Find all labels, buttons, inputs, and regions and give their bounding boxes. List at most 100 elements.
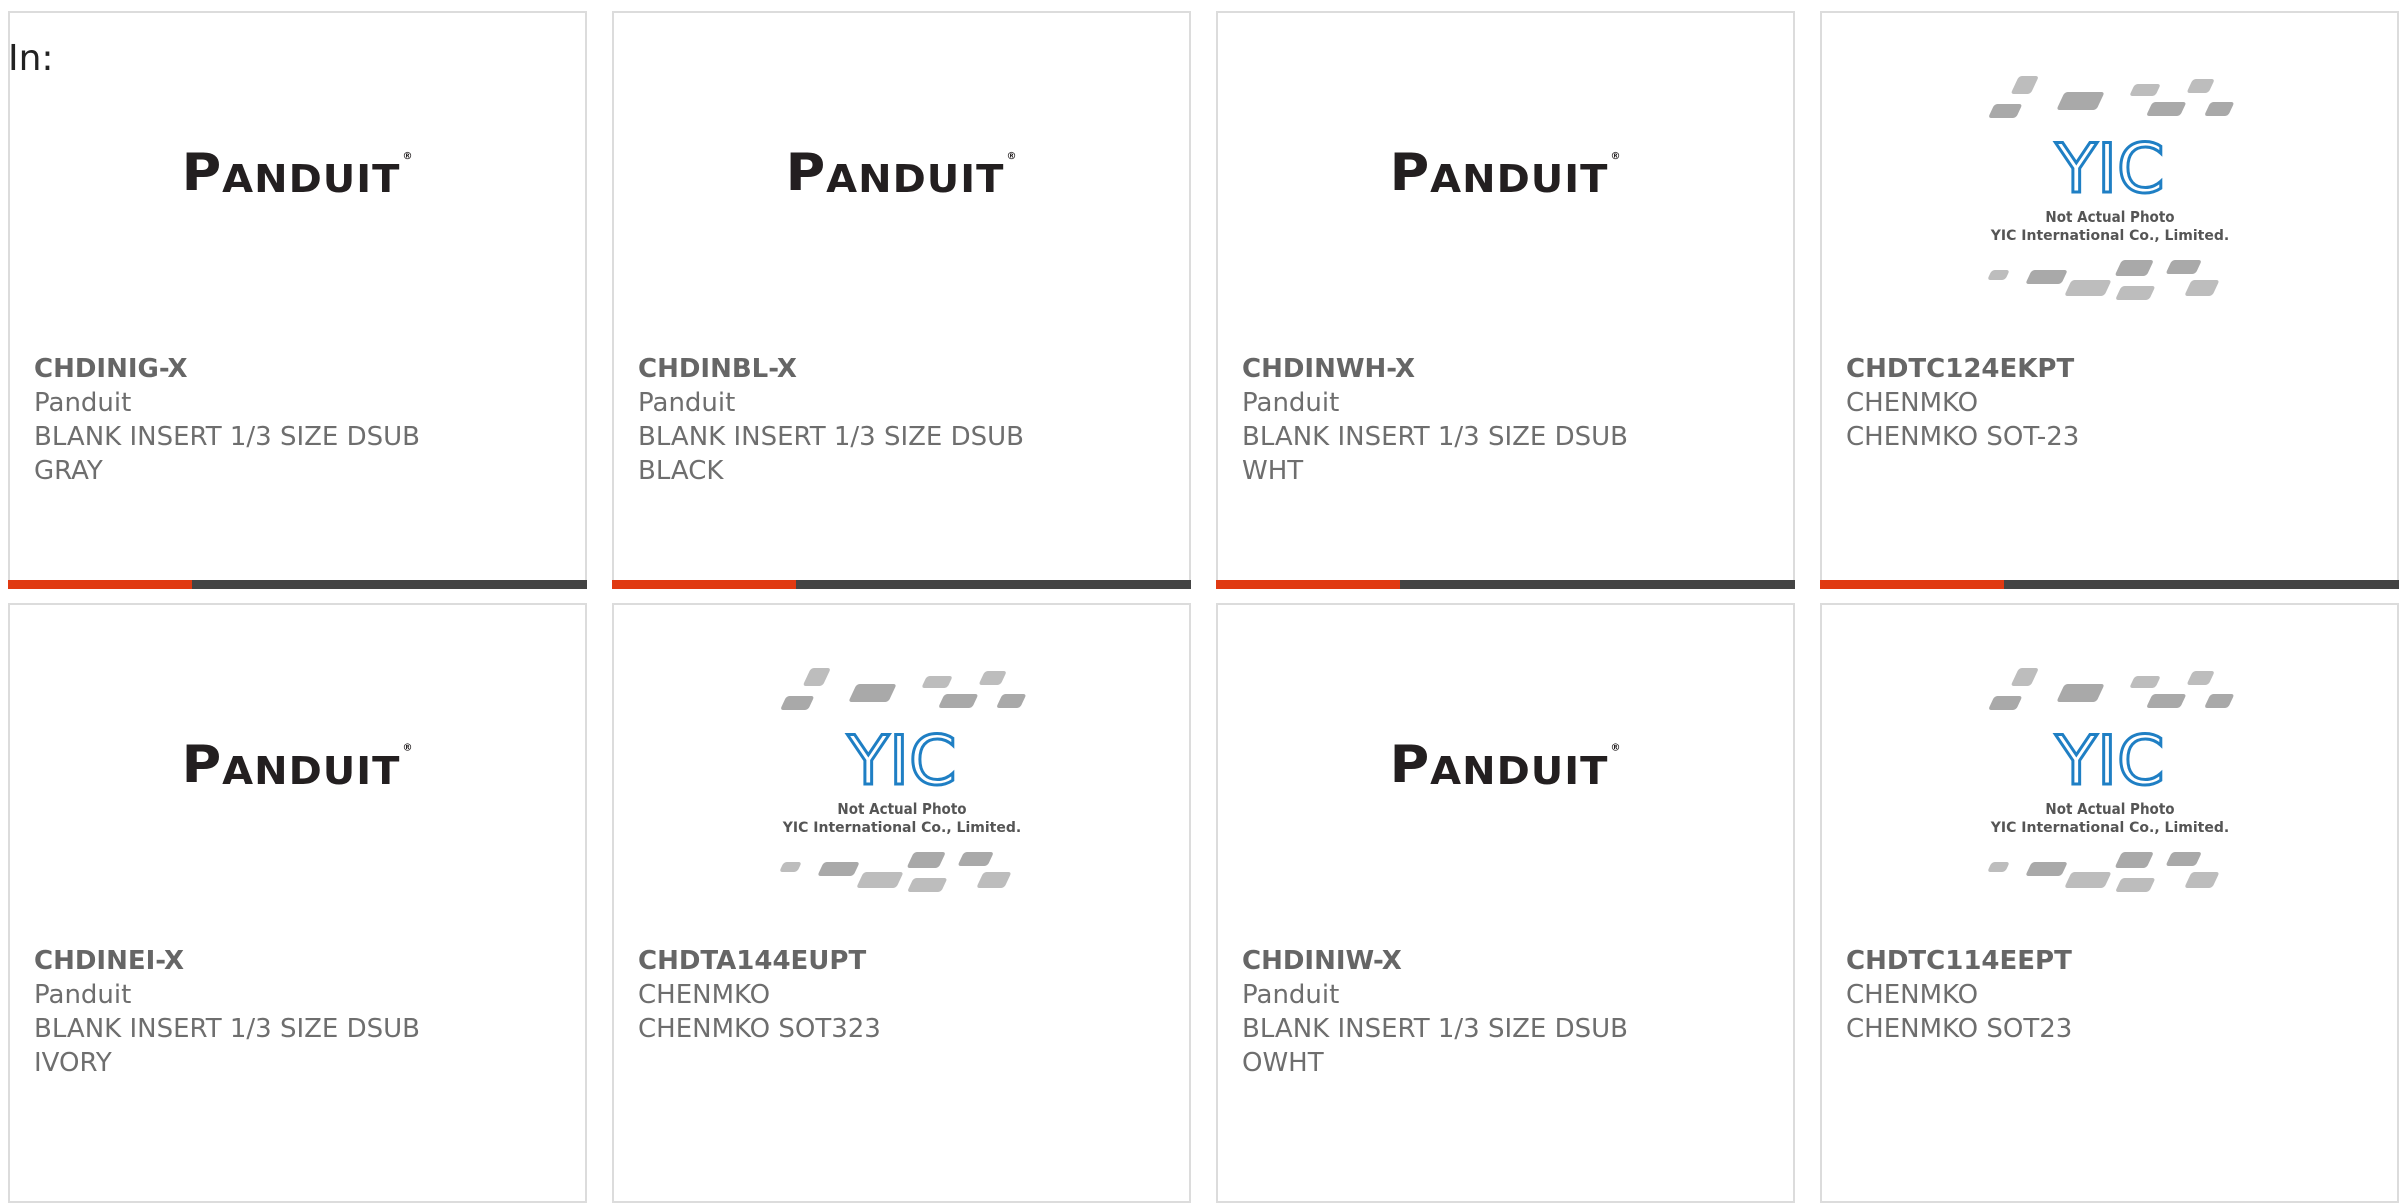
product-card[interactable]: P ANDUIT ® CHDINWH-X Panduit BLANK INSERT … [1216,11,1795,589]
description: CHENMKO SOT323 [638,1014,881,1044]
chip-icon [817,862,859,876]
chip-icon [803,668,830,686]
chip-icon [2064,280,2111,296]
chip-icon [2115,878,2154,892]
product-card[interactable]: YIC Not Actual Photo YIC International Co.… [1820,603,2399,1203]
product-card[interactable]: YIC Not Actual Photo YIC International Co.… [1820,11,2399,589]
registered-mark: ® [1610,743,1622,754]
part-number[interactable]: CHDINEI-X [34,944,561,978]
product-card[interactable]: YIC Not Actual Photo YIC International Co.… [612,603,1191,1203]
chip-icon [2129,84,2160,96]
manufacturer: Panduit [34,980,132,1010]
manufacturer: CHENMKO [1846,980,1979,1010]
panduit-logo-initial: P [1389,142,1431,203]
manufacturer: Panduit [34,388,132,418]
manufacturer: Panduit [638,388,736,418]
chip-icon [1987,270,2009,280]
panduit-logo: P ANDUIT ® [1389,734,1622,795]
chip-icon [2064,872,2111,888]
description-extra: GRAY [34,456,103,486]
chip-icon [2186,79,2214,93]
chip-icon [1987,862,2009,872]
yic-placeholder-image: YICNot Actual Photo YIC International Co.… [779,668,1025,892]
chip-icon [2204,694,2233,708]
product-info: CHDTC114EEPT CHENMKO CHENMKO SOT23 [1846,944,2373,1046]
yic-placeholder-image: YICNot Actual Photo YIC International Co.… [1987,668,2233,892]
part-number[interactable]: CHDINIG-X [34,352,561,386]
part-number[interactable]: CHDINBL-X [638,352,1165,386]
chip-icon [996,694,1025,708]
part-number[interactable]: CHDTC124EKPT [1846,352,2373,386]
product-info: CHDTA144EUPT CHENMKO CHENMKO SOT323 [638,944,1165,1046]
card-accent [612,580,796,589]
registered-mark: ® [1006,151,1018,162]
part-number[interactable]: CHDINIW-X [1242,944,1769,978]
product-info: CHDINIG-X Panduit BLANK INSERT 1/3 SIZE … [34,352,561,488]
chip-icon [1988,104,2021,118]
chip-icon [780,696,813,710]
description-extra: WHT [1242,456,1304,486]
card-accent [1820,580,2004,589]
chip-icon [907,852,945,868]
chip-icon [2115,286,2154,300]
registered-mark: ® [1610,151,1622,162]
panduit-logo-text: ANDUIT [222,157,401,202]
chip-icon [2166,852,2201,866]
chip-icon [921,676,952,688]
panduit-logo: P ANDUIT ® [182,739,414,794]
chip-icon [2166,260,2201,274]
product-info: CHDTC124EKPT CHENMKO CHENMKO SOT-23 [1846,352,2373,454]
chip-icon [2056,684,2104,702]
description-extra: IVORY [34,1048,112,1078]
manufacturer: CHENMKO [638,980,771,1010]
product-image: P ANDUIT ® [1218,93,1793,353]
product-info: CHDINBL-X Panduit BLANK INSERT 1/3 SIZE … [638,352,1165,488]
chip-icon [907,878,946,892]
in-label: In: [8,38,54,79]
description: BLANK INSERT 1/3 SIZE DSUB [1242,1014,1629,1044]
product-info: CHDINEI-X Panduit BLANK INSERT 1/3 SIZE … [34,944,561,1080]
product-image: YIC Not Actual Photo YIC International Co.… [614,668,1189,945]
product-info: CHDINWH-X Panduit BLANK INSERT 1/3 SIZE … [1242,352,1769,488]
yic-company-text: YIC International Co., Limited. [1989,228,2228,244]
card-bottom-bar [1216,580,1795,589]
chip-icon [978,671,1006,685]
card-accent [8,580,192,589]
panduit-logo-initial: P [785,142,827,203]
yic-logo: YIC [2054,130,2164,209]
chip-icon [779,862,801,872]
description: CHENMKO SOT23 [1846,1014,2073,1044]
card-bottom-bar [612,580,1191,589]
chip-icon [1988,696,2021,710]
product-card[interactable]: P ANDUIT ® CHDINEI-X Panduit BLANK INSERT … [8,603,587,1203]
panduit-logo-text: ANDUIT [1430,157,1609,202]
part-number[interactable]: CHDINWH-X [1242,352,1769,386]
product-card[interactable]: P ANDUIT ® CHDINIG-X Panduit BLANK INSERT … [8,11,587,589]
chip-icon [2129,676,2160,688]
panduit-logo-text: ANDUIT [222,749,401,794]
description-extra: BLACK [638,456,724,486]
chip-icon [958,852,993,866]
product-image: P ANDUIT ® [10,93,585,353]
panduit-logo: P ANDUIT ® [785,142,1018,203]
product-info: CHDINIW-X Panduit BLANK INSERT 1/3 SIZE … [1242,944,1769,1080]
panduit-logo-initial: P [1389,734,1431,795]
description-extra: OWHT [1242,1048,1324,1078]
chip-icon [938,694,977,708]
part-number[interactable]: CHDTA144EUPT [638,944,1165,978]
description: BLANK INSERT 1/3 SIZE DSUB [638,422,1025,452]
chip-icon [2186,671,2214,685]
chip-icon [2025,862,2067,876]
chip-icon [2184,280,2219,296]
product-card[interactable]: P ANDUIT ® CHDINBL-X Panduit BLANK INSERT … [612,11,1191,589]
chip-icon [2115,260,2153,276]
product-image: P ANDUIT ® [1218,685,1793,945]
chip-icon [2025,270,2067,284]
chip-icon [976,872,1011,888]
part-number[interactable]: CHDTC114EEPT [1846,944,2373,978]
product-card[interactable]: P ANDUIT ® CHDINIW-X Panduit BLANK INSERT … [1216,603,1795,1203]
chip-icon [2204,102,2233,116]
chip-icon [848,684,896,702]
yic-logo: YIC [846,722,956,801]
chip-icon [2011,76,2038,94]
